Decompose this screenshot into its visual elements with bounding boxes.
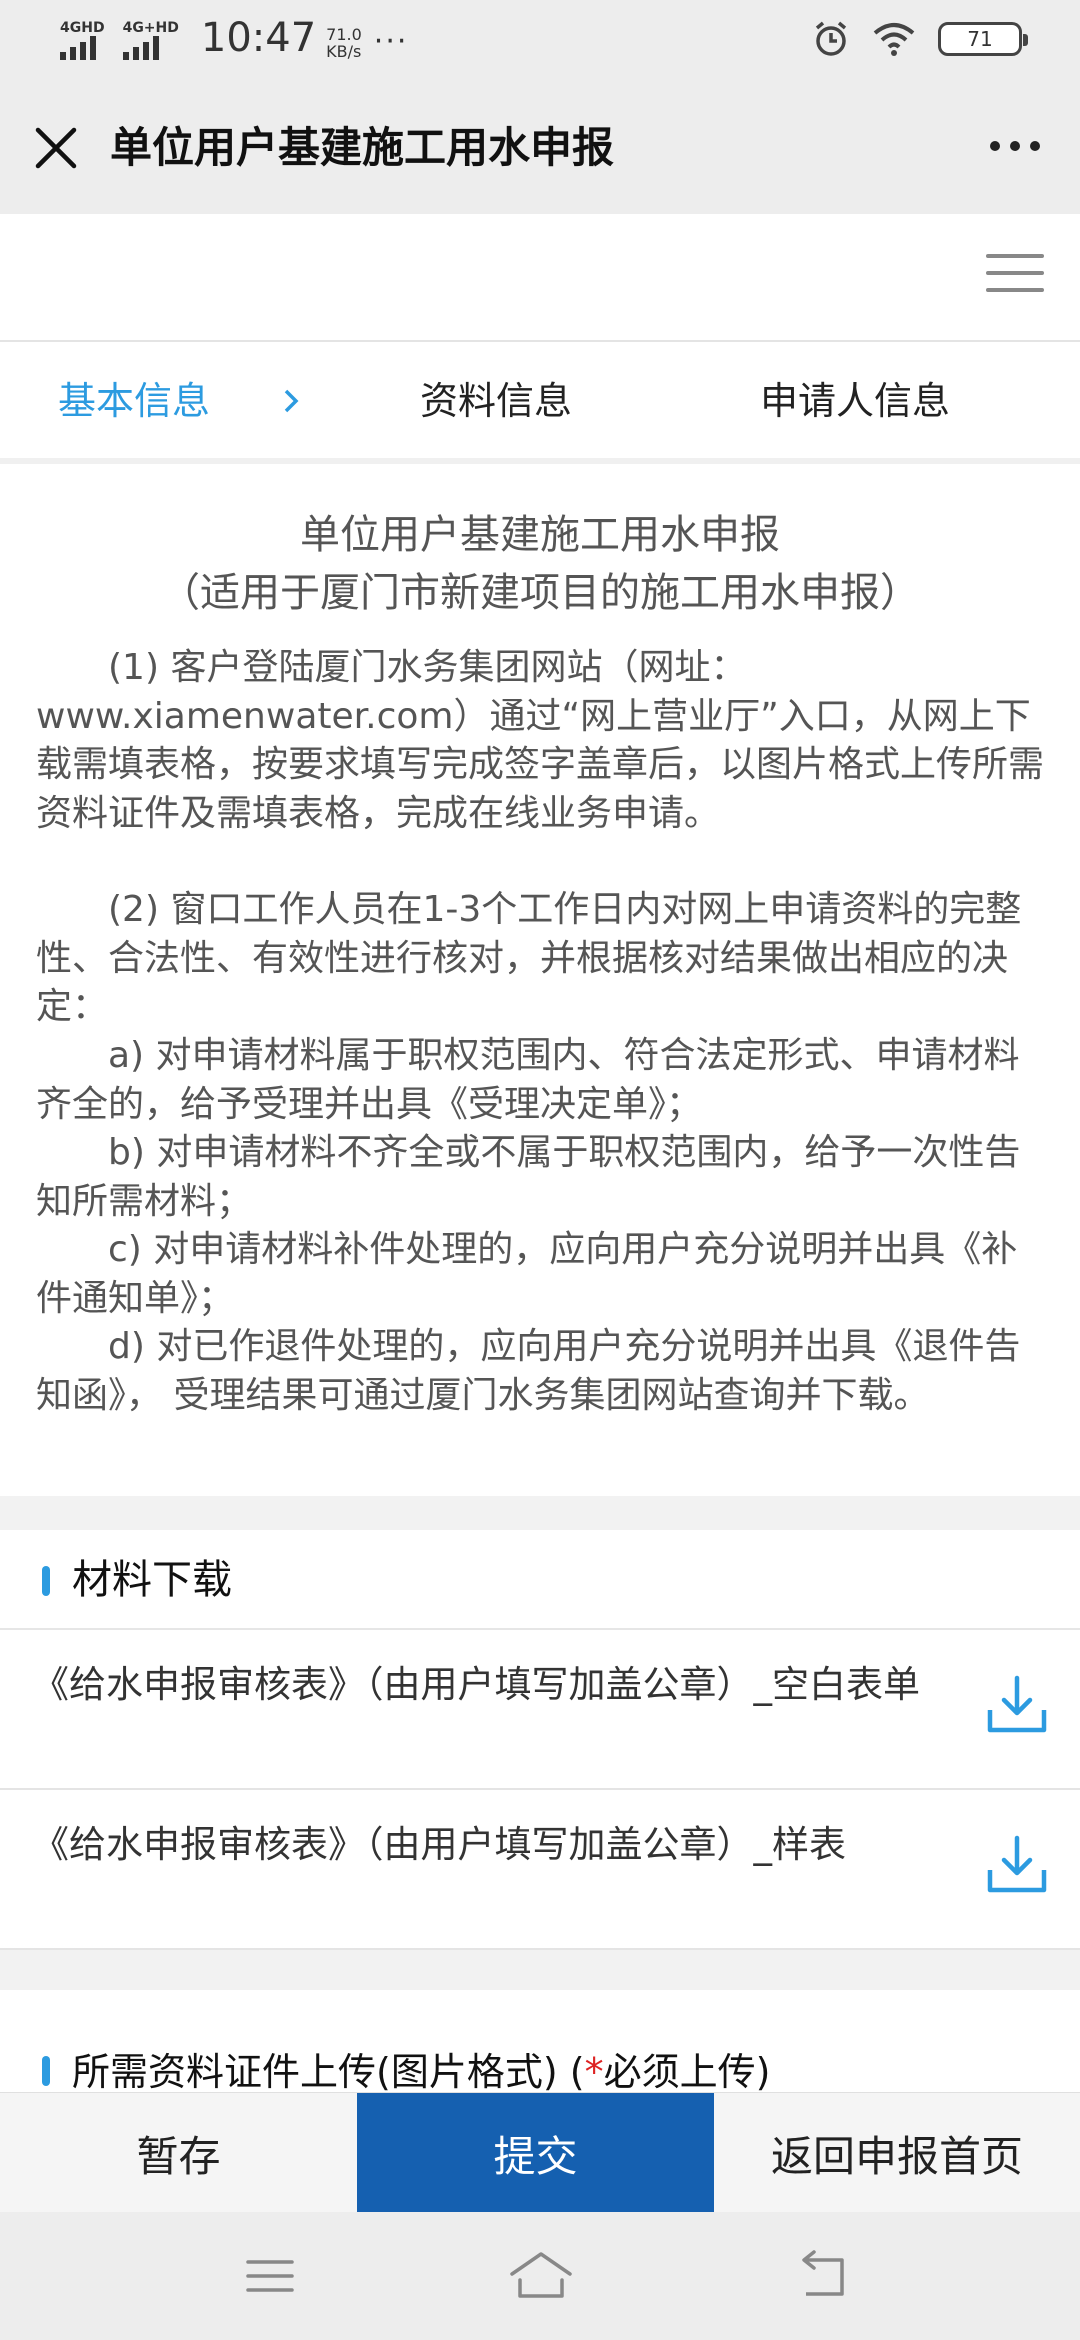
intro-section: 单位用户基建施工用水申报 （适用于厦门市新建项目的施工用水申报） (1) 客户登… <box>0 470 1080 1496</box>
section-marker <box>42 1566 50 1596</box>
intro-paragraph: c) 对申请材料补件处理的，应向用户充分说明并出具《补件通知单》； <box>36 1229 1018 1319</box>
section-divider <box>0 1950 1080 1990</box>
network-speed: 71.0 KB/s <box>326 26 362 60</box>
download-icon[interactable] <box>984 1832 1050 1898</box>
home-icon[interactable] <box>506 2248 576 2304</box>
submit-button[interactable]: 提交 <box>357 2093 714 2213</box>
system-nav-bar <box>0 2212 1080 2340</box>
page: 4GHD 4G+HD 10:47 71.0 KB/s ··· 71 单位用户基建… <box>0 0 1080 2340</box>
download-item[interactable]: 《给水申报审核表》（由用户填写加盖公章）_空白表单 <box>0 1632 1080 1790</box>
intro-paragraph: a) 对申请材料属于职权范围内、符合法定形式、申请材料齐全的，给予受理并出具《受… <box>36 1035 1020 1125</box>
download-icon[interactable] <box>984 1672 1050 1738</box>
tab-applicant-info[interactable]: 申请人信息 <box>760 376 950 426</box>
step-tabs: 基本信息 资料信息 申请人信息 <box>0 344 1080 464</box>
title-bar: 单位用户基建施工用水申报 <box>0 82 1080 214</box>
alarm-icon <box>815 21 847 56</box>
intro-paragraph: d) 对已作退件处理的，应向用户充分说明并出具《退件告知函》， 受理结果可通过厦… <box>36 1326 1021 1416</box>
download-section: 材料下载 《给水申报审核表》（由用户填写加盖公章）_空白表单 《给水申报审核表》… <box>0 1530 1080 1950</box>
menu-icon[interactable] <box>240 2248 300 2304</box>
signal-label: 4G+HD <box>122 20 179 36</box>
upload-section-title: 所需资料证件上传(图片格式) (*必须上传) <box>72 2046 770 2098</box>
section-marker <box>42 2056 50 2086</box>
back-icon[interactable] <box>792 2248 852 2304</box>
hamburger-menu-icon[interactable] <box>986 254 1044 300</box>
signal-icon: 4GHD <box>60 20 105 60</box>
intro-paragraph: (1) 客户登陆厦门水务集团网站（网址：www.xiamenwater.com）… <box>36 647 1045 834</box>
notification-more-icon: ··· <box>373 24 409 59</box>
download-section-header: 材料下载 <box>0 1530 1080 1630</box>
signal-icon: 4G+HD <box>122 20 179 60</box>
network-speed-unit: KB/s <box>326 42 362 61</box>
tab-basic-info[interactable]: 基本信息 <box>58 376 210 426</box>
download-section-title: 材料下载 <box>72 1557 232 1603</box>
close-icon[interactable] <box>28 120 84 176</box>
back-home-button[interactable]: 返回申报首页 <box>714 2093 1080 2213</box>
status-left: 4GHD 4G+HD 10:47 71.0 KB/s ··· <box>60 16 408 60</box>
clock: 10:47 <box>200 15 317 61</box>
upload-section: 所需资料证件上传(图片格式) (*必须上传) <box>0 1990 1080 2094</box>
more-options-icon[interactable] <box>980 126 1050 166</box>
tab-material-info[interactable]: 资料信息 <box>420 376 572 426</box>
upload-title-suffix: 必须上传) <box>603 2050 771 2094</box>
intro-subtitle: （适用于厦门市新建项目的施工用水申报） <box>160 570 920 616</box>
download-item[interactable]: 《给水申报审核表》（由用户填写加盖公章）_样表 <box>0 1792 1080 1950</box>
battery-icon: 71 <box>938 22 1028 56</box>
chevron-right-icon <box>284 389 299 413</box>
menu-header <box>0 214 1080 342</box>
page-title: 单位用户基建施工用水申报 <box>110 123 615 172</box>
required-star: * <box>584 2050 604 2094</box>
upload-title-prefix: 所需资料证件上传(图片格式) ( <box>72 2050 585 2094</box>
battery-level: 71 <box>967 27 993 51</box>
download-item-label: 《给水申报审核表》（由用户填写加盖公章）_样表 <box>32 1823 846 1866</box>
signal-label: 4GHD <box>60 20 105 36</box>
intro-paragraph: b) 对申请材料不齐全或不属于职权范围内，给予一次性告知所需材料； <box>36 1132 1021 1222</box>
status-right: 71 <box>812 20 1028 58</box>
status-bar: 4GHD 4G+HD 10:47 71.0 KB/s ··· 71 <box>0 0 1080 82</box>
intro-paragraph: (2) 窗口工作人员在1-3个工作日内对网上申请资料的完整性、合法性、有效性进行… <box>36 889 1022 1027</box>
action-bar: 暂存 提交 返回申报首页 <box>0 2092 1080 2213</box>
download-item-label: 《给水申报审核表》（由用户填写加盖公章）_空白表单 <box>32 1663 920 1706</box>
save-draft-button[interactable]: 暂存 <box>0 2093 357 2213</box>
wifi-icon <box>873 23 915 56</box>
section-divider <box>0 1496 1080 1530</box>
intro-title: 单位用户基建施工用水申报 <box>300 512 780 558</box>
